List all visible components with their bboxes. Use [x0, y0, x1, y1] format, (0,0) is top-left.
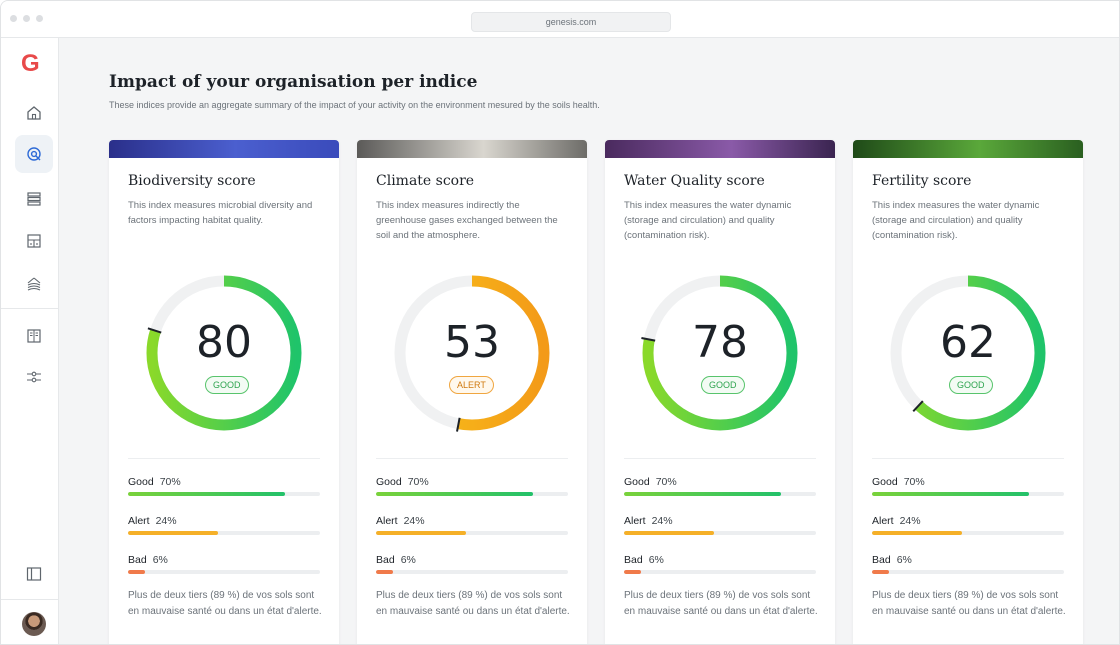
- stat-bar-fill: [872, 570, 890, 574]
- card-description: This index measures microbial diversity …: [128, 200, 313, 226]
- stat-label-good: Good 70%: [624, 476, 677, 488]
- sidebar-toggle-button[interactable]: [15, 555, 53, 593]
- book-icon: [27, 329, 41, 343]
- stat-bar-bad: [128, 570, 320, 574]
- stat-bar-alert: [376, 531, 568, 535]
- stat-label-bad: Bad 6%: [376, 554, 416, 566]
- stat-label-bad: Bad 6%: [872, 554, 912, 566]
- score-value: 62: [940, 317, 996, 368]
- sidebar-item-dashboard[interactable]: [15, 222, 53, 260]
- card-title: Fertility score: [872, 173, 972, 189]
- card-description: This index measures the water dynamic (s…: [872, 200, 1040, 241]
- window-controls: [10, 15, 43, 22]
- stat-bar-alert: [624, 531, 816, 535]
- stat-label-bad: Bad 6%: [624, 554, 664, 566]
- page-subtitle: These indices provide an aggregate summa…: [109, 100, 600, 110]
- dashboard-icon: [27, 234, 41, 248]
- minimize-window-dot[interactable]: [23, 15, 30, 22]
- sidebar-item-impact[interactable]: [15, 135, 53, 173]
- stat-bar-alert: [872, 531, 1064, 535]
- card-divider: [624, 458, 816, 459]
- score-card[interactable]: Biodiversity score This index measures m…: [109, 140, 339, 644]
- stat-label-alert: Alert 24%: [872, 515, 921, 527]
- stat-label-good: Good 70%: [376, 476, 429, 488]
- sidebar-divider: [1, 308, 59, 309]
- maximize-window-dot[interactable]: [36, 15, 43, 22]
- sidebar-item-soil[interactable]: [15, 265, 53, 303]
- main-content: Impact of your organisation per indice T…: [59, 38, 1119, 644]
- page-title: Impact of your organisation per indice: [109, 72, 478, 92]
- card-footer-text: Plus de deux tiers (89 %) de vos sols so…: [624, 590, 818, 617]
- sidebar-item-settings[interactable]: [15, 358, 53, 396]
- stat-label-good: Good 70%: [872, 476, 925, 488]
- target-icon: [27, 147, 41, 161]
- card-banner-image: [605, 140, 835, 158]
- stat-bar-fill: [128, 531, 219, 535]
- card-title: Biodiversity score: [128, 173, 256, 189]
- stat-bar-good: [128, 492, 320, 496]
- score-value: 80: [196, 317, 252, 368]
- card-description: This index measures the water dynamic (s…: [624, 200, 792, 241]
- sidebar-toggle-icon: [26, 567, 42, 581]
- sidebar-divider: [1, 599, 59, 600]
- card-title: Climate score: [376, 173, 475, 189]
- stat-bar-fill: [624, 570, 642, 574]
- stat-bar-fill: [128, 570, 146, 574]
- stat-bar-good: [376, 492, 568, 496]
- stat-bar-bad: [624, 570, 816, 574]
- browser-titlebar: genesis.com: [1, 1, 1119, 38]
- browser-window: genesis.com G Impact of your organisatio…: [0, 0, 1120, 645]
- stat-bar-fill: [624, 531, 715, 535]
- stat-bar-alert: [128, 531, 320, 535]
- sidebar-item-home[interactable]: [15, 94, 53, 132]
- card-footer-text: Plus de deux tiers (89 %) de vos sols so…: [872, 590, 1066, 617]
- stat-label-alert: Alert 24%: [624, 515, 673, 527]
- score-card[interactable]: Water Quality score This index measures …: [605, 140, 835, 644]
- score-card[interactable]: Fertility score This index measures the …: [853, 140, 1083, 644]
- stat-bar-fill: [624, 492, 782, 496]
- status-badge: GOOD: [949, 376, 993, 394]
- card-banner-image: [357, 140, 587, 158]
- status-badge: GOOD: [205, 376, 249, 394]
- stat-bar-fill: [128, 492, 286, 496]
- home-icon: [27, 106, 41, 120]
- score-value: 78: [692, 317, 748, 368]
- layers-icon: [27, 192, 41, 206]
- stat-bar-bad: [376, 570, 568, 574]
- stat-label-good: Good 70%: [128, 476, 181, 488]
- stat-bar-good: [624, 492, 816, 496]
- card-divider: [128, 458, 320, 459]
- sidebar-item-layers[interactable]: [15, 180, 53, 218]
- user-avatar[interactable]: [22, 612, 46, 636]
- card-divider: [872, 458, 1064, 459]
- genesis-logo[interactable]: G: [21, 52, 40, 76]
- stat-label-bad: Bad 6%: [128, 554, 168, 566]
- sidebar-item-reports[interactable]: [15, 317, 53, 355]
- stat-bar-fill: [872, 531, 963, 535]
- sidebar: G: [1, 38, 59, 644]
- score-card[interactable]: Climate score This index measures indire…: [357, 140, 587, 644]
- sliders-icon: [27, 371, 41, 383]
- status-badge: GOOD: [701, 376, 745, 394]
- close-window-dot[interactable]: [10, 15, 17, 22]
- stat-label-alert: Alert 24%: [128, 515, 177, 527]
- card-footer-text: Plus de deux tiers (89 %) de vos sols so…: [128, 590, 322, 617]
- card-banner-image: [853, 140, 1083, 158]
- stat-bar-fill: [872, 492, 1030, 496]
- score-value: 53: [444, 317, 500, 368]
- card-divider: [376, 458, 568, 459]
- stat-bar-bad: [872, 570, 1064, 574]
- status-badge: ALERT: [449, 376, 494, 394]
- card-footer-text: Plus de deux tiers (89 %) de vos sols so…: [376, 590, 570, 617]
- card-description: This index measures indirectly the green…: [376, 200, 558, 241]
- stat-bar-fill: [376, 570, 394, 574]
- stat-bar-fill: [376, 531, 467, 535]
- card-title: Water Quality score: [624, 173, 765, 189]
- address-bar[interactable]: genesis.com: [471, 12, 671, 32]
- stat-bar-fill: [376, 492, 534, 496]
- stat-label-alert: Alert 24%: [376, 515, 425, 527]
- soil-icon: [27, 277, 41, 291]
- card-banner-image: [109, 140, 339, 158]
- stat-bar-good: [872, 492, 1064, 496]
